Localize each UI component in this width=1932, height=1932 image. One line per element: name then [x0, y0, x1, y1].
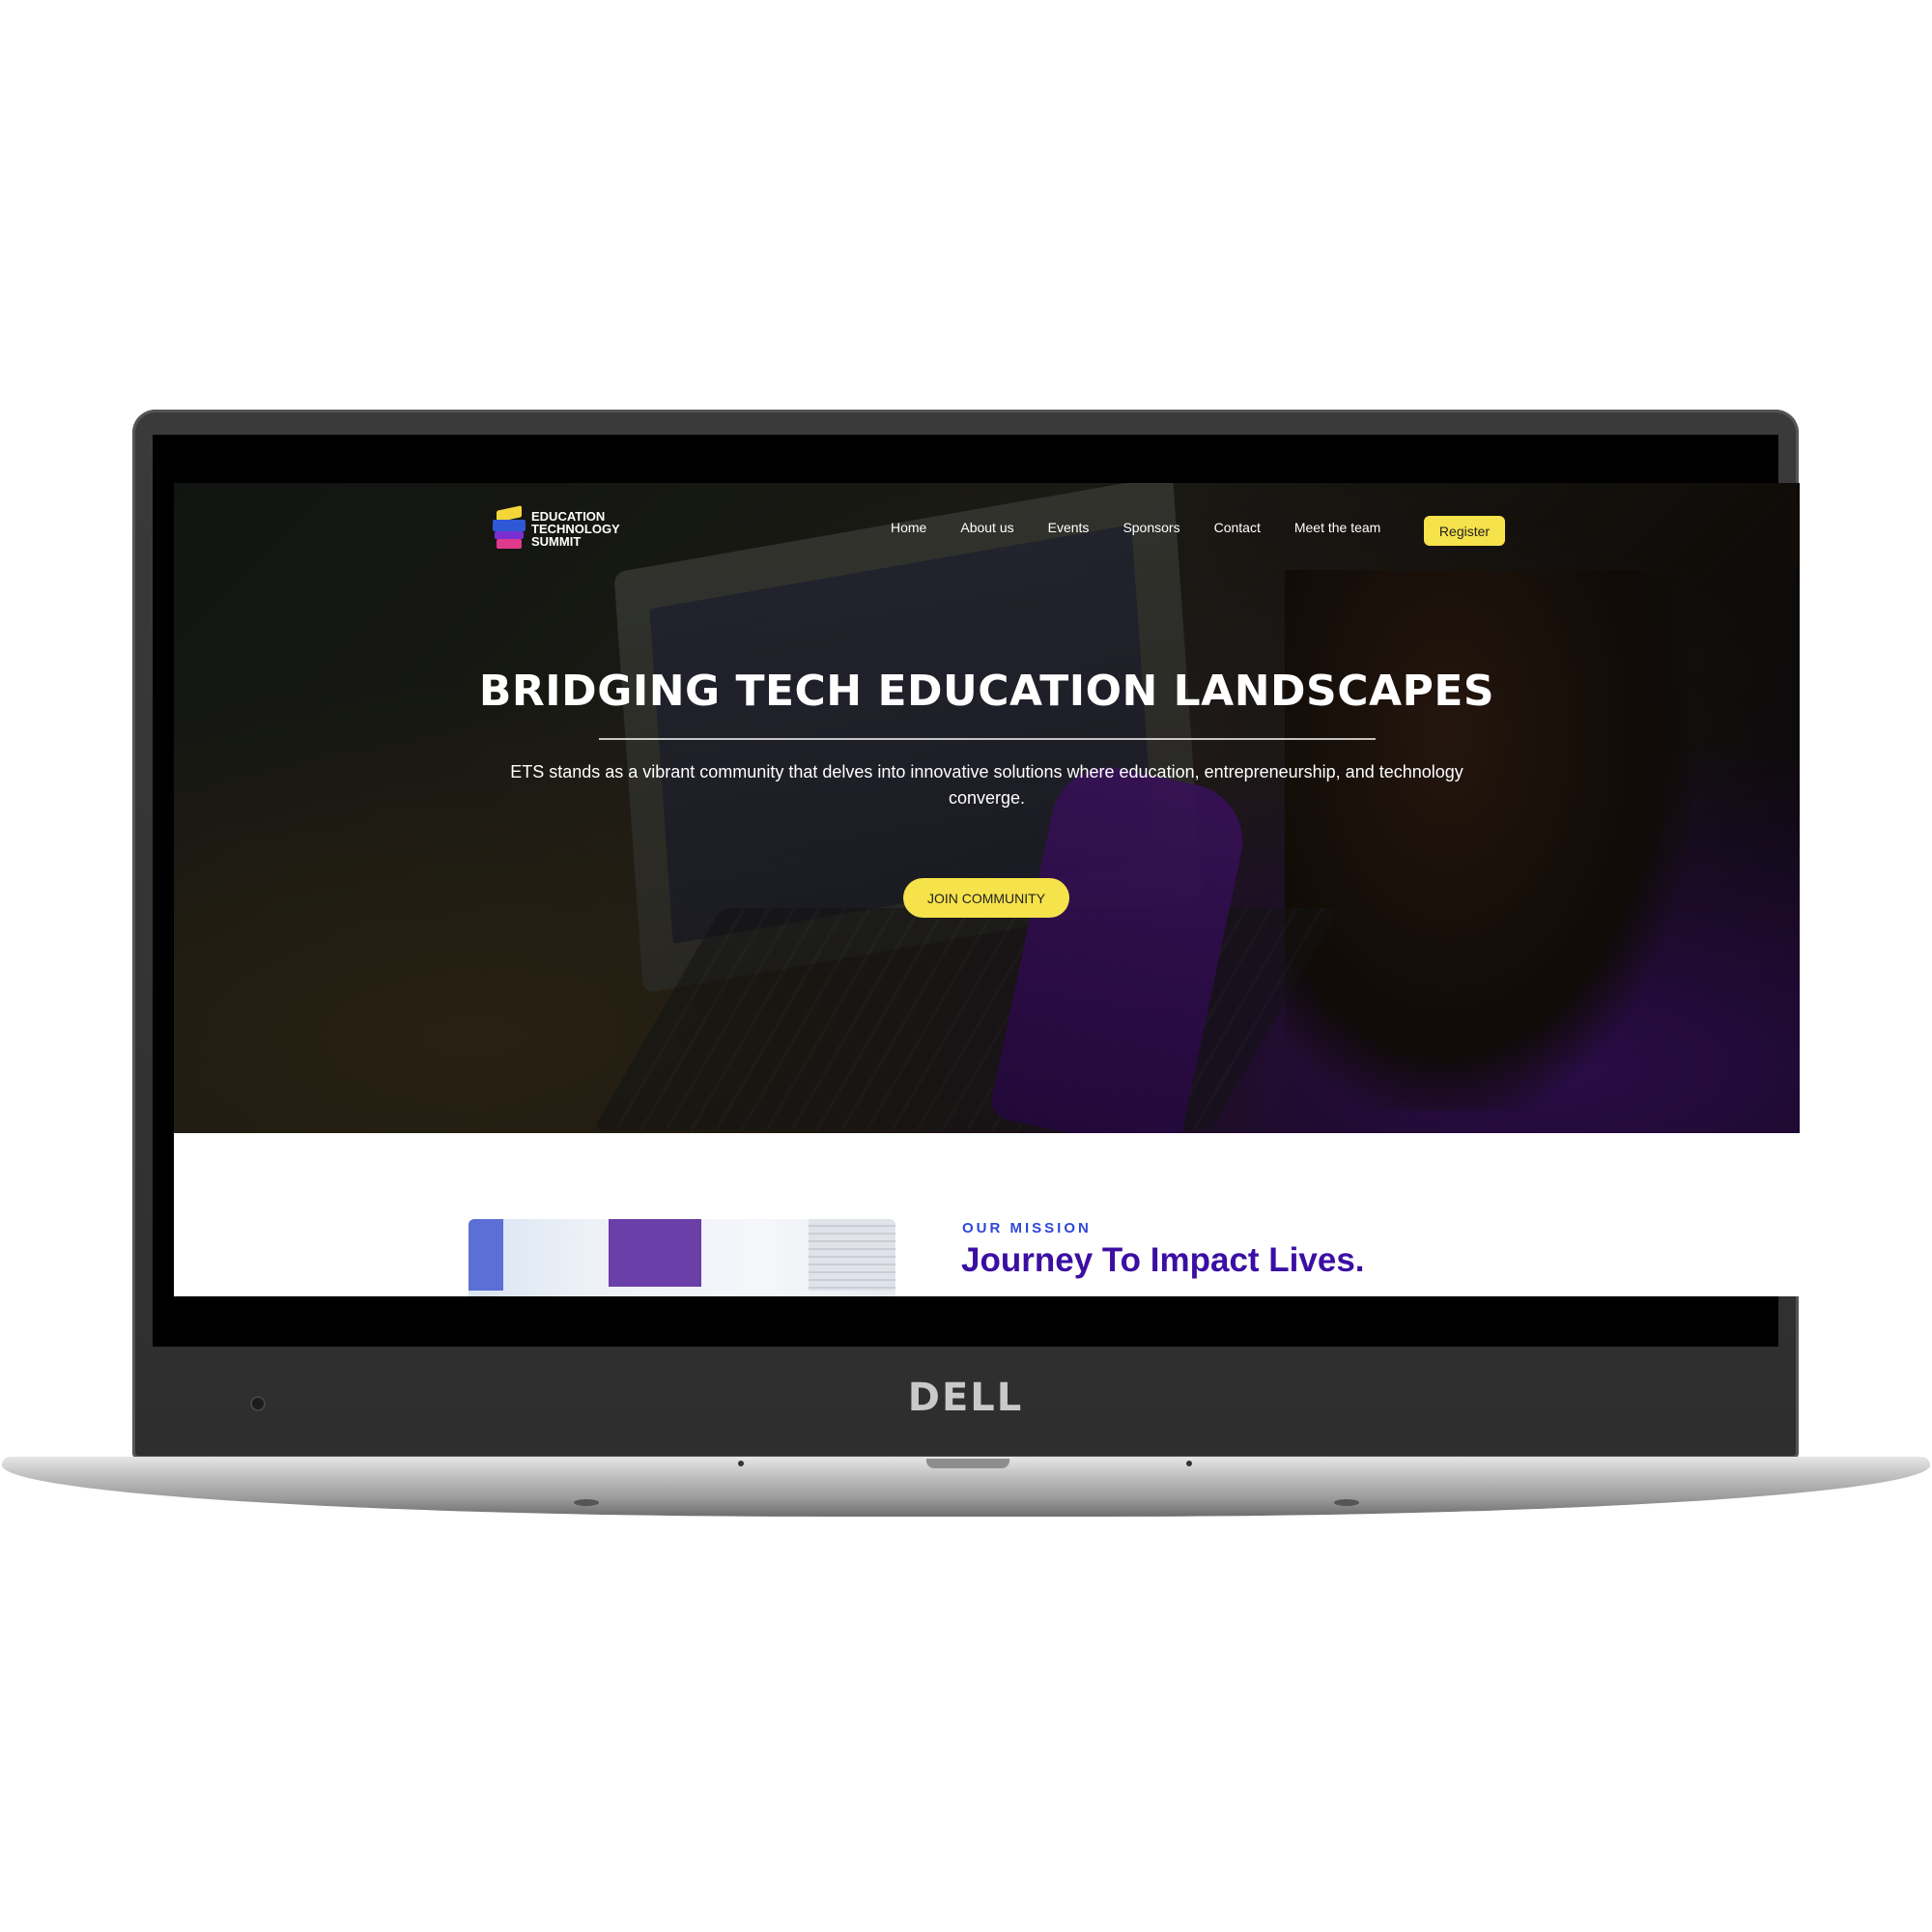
hero-divider: [599, 738, 1376, 740]
nav-link-about[interactable]: About us: [960, 520, 1013, 535]
register-button[interactable]: Register: [1424, 516, 1505, 546]
join-community-button[interactable]: JOIN COMMUNITY: [903, 878, 1069, 918]
mission-photo-projector-screen: [609, 1219, 701, 1287]
base-indicator-dot: [1186, 1461, 1192, 1466]
hero-section: EDUCATION TECHNOLOGY SUMMIT Home About u…: [174, 483, 1800, 1156]
mission-photo-shelves: [809, 1219, 895, 1291]
logo-line-3: SUMMIT: [531, 533, 582, 549]
mission-photo-audience: [469, 1294, 895, 1296]
logo-line-1: EDUCATION: [531, 508, 606, 524]
screen-bezel: EDUCATION TECHNOLOGY SUMMIT Home About u…: [153, 435, 1800, 1347]
mission-title: Journey To Impact Lives.: [961, 1241, 1365, 1279]
mission-photo: [469, 1219, 895, 1296]
hero-title: BRIDGING TECH EDUCATION LANDSCAPES: [478, 667, 1495, 716]
laptop-foot: [1334, 1499, 1359, 1506]
mission-section: OUR MISSION Journey To Impact Lives.: [174, 1133, 1800, 1296]
site-logo[interactable]: EDUCATION TECHNOLOGY SUMMIT: [493, 505, 620, 549]
nav-link-contact[interactable]: Contact: [1214, 520, 1261, 535]
base-indicator-dot: [738, 1461, 744, 1466]
mission-photo-side-screen: [469, 1219, 503, 1291]
main-nav: Home About us Events Sponsors Contact Me…: [891, 520, 1414, 535]
laptop-foot: [574, 1499, 599, 1506]
laptop-lid: EDUCATION TECHNOLOGY SUMMIT Home About u…: [132, 410, 1800, 1459]
hero-subtitle: ETS stands as a vibrant community that d…: [510, 762, 1463, 808]
nav-link-sponsors[interactable]: Sponsors: [1122, 520, 1179, 535]
logo-text: EDUCATION TECHNOLOGY SUMMIT: [531, 510, 620, 548]
laptop-open-notch: [926, 1459, 1009, 1468]
dell-logo: DELL: [907, 1376, 1024, 1420]
laptop-base: [2, 1457, 1930, 1517]
mission-eyebrow: OUR MISSION: [962, 1220, 1092, 1236]
nav-link-home[interactable]: Home: [891, 520, 926, 535]
logo-icon: [493, 505, 526, 549]
logo-line-2: TECHNOLOGY: [531, 521, 620, 536]
nav-link-events[interactable]: Events: [1048, 520, 1090, 535]
browser-viewport: EDUCATION TECHNOLOGY SUMMIT Home About u…: [174, 483, 1800, 1296]
nav-link-team[interactable]: Meet the team: [1294, 520, 1381, 535]
